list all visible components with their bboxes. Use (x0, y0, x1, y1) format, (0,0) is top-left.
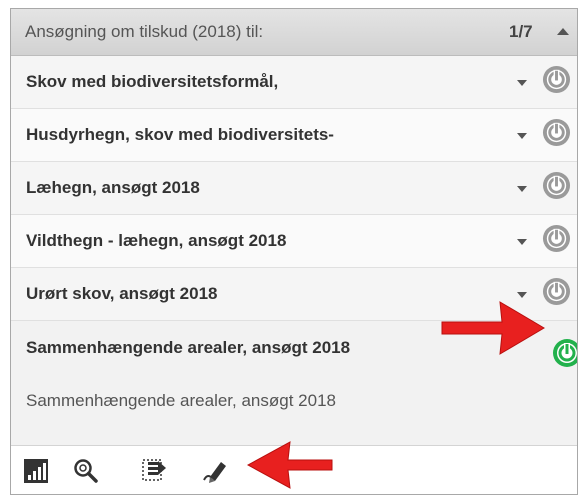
list-item-label: Urørt skov, ansøgt 2018 (26, 284, 218, 303)
chevron-down-icon[interactable] (517, 80, 527, 86)
list-item-label: Skov med biodiversitetsformål, (26, 72, 279, 91)
chevron-down-icon[interactable] (517, 292, 527, 298)
power-icon[interactable] (542, 65, 571, 94)
chevron-down-icon[interactable] (517, 186, 527, 192)
magnify-icon[interactable] (73, 458, 99, 484)
panel-header: Ansøgning om tilskud (2018) til: 1/7 (11, 9, 577, 56)
select-list-icon[interactable] (141, 458, 167, 484)
list-item-label: Læhegn, ansøgt 2018 (26, 178, 200, 197)
bottom-toolbar (11, 446, 577, 494)
list-item[interactable]: Husdyrhegn, skov med biodiversitets- (11, 109, 577, 162)
list-item[interactable]: Vildthegn - læhegn, ansøgt 2018 (11, 215, 577, 268)
power-icon[interactable] (542, 171, 571, 200)
list-item[interactable]: Urørt skov, ansøgt 2018 (11, 268, 577, 321)
chevron-down-icon[interactable] (517, 133, 527, 139)
chart-bars-icon[interactable] (23, 458, 49, 484)
list-item[interactable]: Læhegn, ansøgt 2018 (11, 162, 577, 215)
power-icon[interactable] (542, 277, 571, 306)
power-icon[interactable] (542, 224, 571, 253)
power-icon[interactable] (542, 118, 571, 147)
list-item[interactable]: Skov med biodiversitetsformål, (11, 56, 577, 109)
pen-icon[interactable] (201, 458, 227, 484)
application-panel: Ansøgning om tilskud (2018) til: 1/7 Sko… (10, 8, 578, 495)
power-active-icon[interactable] (552, 338, 578, 368)
chevron-down-icon[interactable] (517, 239, 527, 245)
page-indicator: 1/7 (509, 22, 533, 41)
panel-title: Ansøgning om tilskud (2018) til: (25, 22, 264, 41)
expanded-list-item[interactable]: Sammenhængende arealer, ansøgt 2018 Samm… (11, 321, 578, 446)
collapse-up-icon[interactable] (557, 28, 569, 35)
expanded-item-title: Sammenhængende arealer, ansøgt 2018 (26, 338, 351, 357)
list-item-label: Husdyrhegn, skov med biodiversitets- (26, 125, 334, 144)
list-item-label: Vildthegn - læhegn, ansøgt 2018 (26, 231, 287, 250)
expanded-item-description: Sammenhængende arealer, ansøgt 2018 (26, 391, 336, 410)
